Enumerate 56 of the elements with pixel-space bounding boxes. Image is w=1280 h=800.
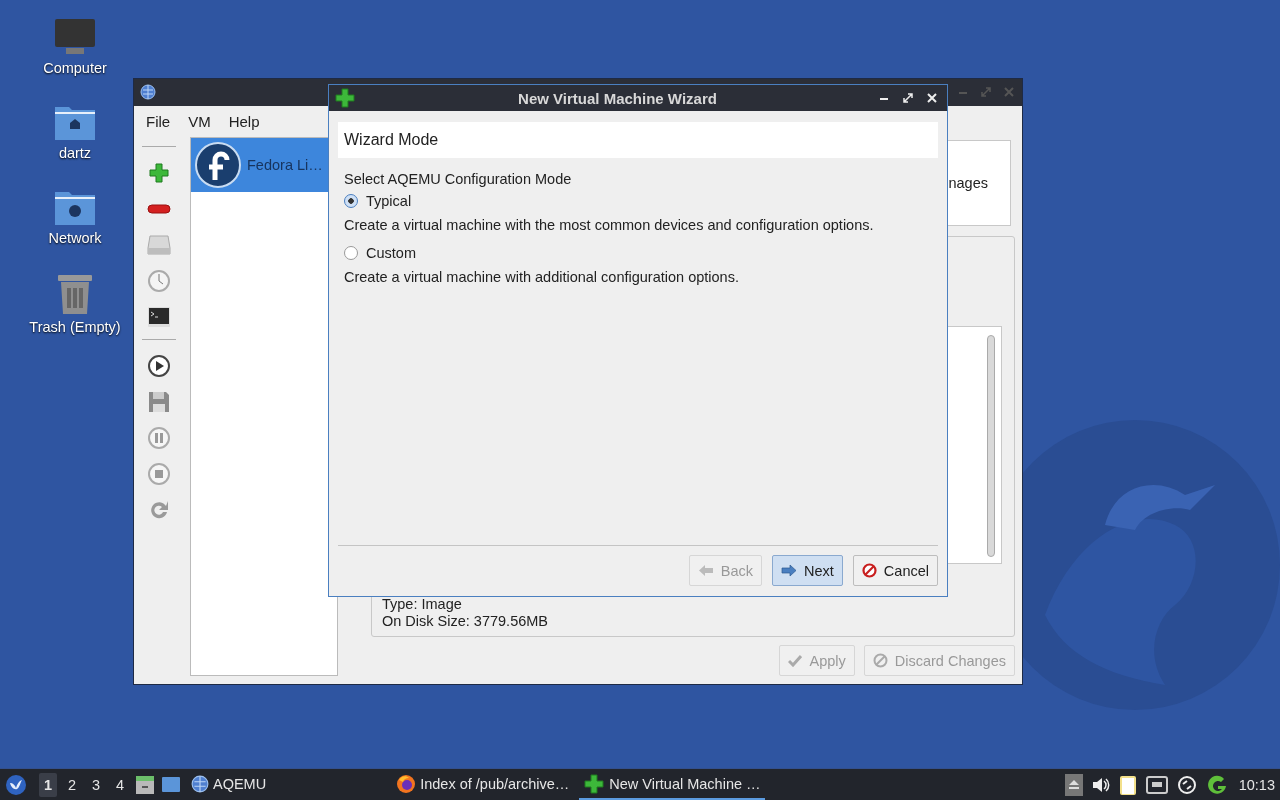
terminal-icon[interactable]: [147, 306, 171, 328]
scrollbar-thumb[interactable]: [987, 335, 995, 557]
radio-option[interactable]: Custom: [344, 245, 416, 261]
stop-icon[interactable]: [147, 462, 171, 486]
prohibited-icon: [861, 563, 877, 578]
workspace-button[interactable]: 3: [87, 772, 105, 797]
clipboard-icon[interactable]: [1118, 773, 1137, 796]
taskbar-task[interactable]: New Virtual Machine …: [579, 769, 765, 800]
distro-logo-icon: [195, 142, 241, 188]
pause-icon[interactable]: [147, 426, 171, 450]
checkmark-icon: [788, 654, 803, 667]
taskbar-task[interactable]: AQEMU: [187, 769, 271, 800]
menu-item[interactable]: File: [140, 112, 177, 130]
detail-text: On Disk Size: 3779.56MB: [382, 613, 550, 630]
desktop-icon-label[interactable]: Computer: [43, 60, 107, 76]
desktop-icon-label[interactable]: Trash (Empty): [29, 319, 121, 335]
eject-icon[interactable]: [1064, 773, 1083, 796]
option-description: Create a virtual machine with additional configuration options.: [344, 269, 739, 285]
menu-item[interactable]: VM: [182, 112, 217, 130]
taskbar-task[interactable]: Index of /pub/archive…: [392, 769, 574, 800]
left-arrow-icon: [697, 564, 714, 577]
globe-icon: [191, 774, 209, 793]
next-button[interactable]: Next: [772, 555, 843, 586]
play-icon[interactable]: [147, 354, 171, 378]
remove-icon[interactable]: [147, 204, 171, 214]
workspace-button[interactable]: 1: [39, 772, 57, 797]
file-cabinet-icon[interactable]: [135, 774, 155, 795]
desktop-icon-label[interactable]: Network: [48, 230, 102, 246]
globe-icon: [140, 84, 156, 101]
fox-globe-icon: [396, 773, 417, 794]
workspace-button[interactable]: 2: [63, 772, 81, 797]
page-header: Wizard Mode: [338, 122, 938, 158]
add-icon: [148, 162, 170, 184]
plus-icon: [583, 772, 606, 795]
desktop-icon-label[interactable]: dartz: [58, 145, 92, 161]
option-description: Create a virtual machine with the most common devices and configuration options.: [344, 217, 874, 233]
sync-icon[interactable]: [1176, 774, 1197, 795]
menu-item[interactable]: Help: [222, 112, 266, 130]
prohibited-icon: [872, 653, 888, 668]
workspace-button[interactable]: 4: [111, 772, 129, 797]
trash-icon[interactable]: [56, 273, 94, 315]
clock[interactable]: 10:13: [1238, 776, 1275, 793]
network-port-icon[interactable]: [1145, 775, 1168, 794]
radio-option[interactable]: Typical: [344, 193, 412, 209]
volume-icon[interactable]: [1091, 776, 1110, 793]
monitor-icon[interactable]: [54, 18, 96, 56]
detail-text: Type: Image: [382, 596, 463, 613]
cancel-button[interactable]: Cancel: [852, 555, 938, 586]
g-letter-icon[interactable]: [1205, 774, 1228, 795]
plus-icon: [334, 87, 356, 109]
right-arrow-icon: [781, 564, 798, 577]
floppy-icon[interactable]: [148, 391, 170, 413]
panel-text: nages: [948, 175, 988, 191]
window-title: New Virtual Machine Wizard: [517, 89, 718, 107]
desktop-icon[interactable]: [161, 775, 181, 794]
prompt-text: Select AQEMU Configuration Mode: [344, 171, 573, 187]
